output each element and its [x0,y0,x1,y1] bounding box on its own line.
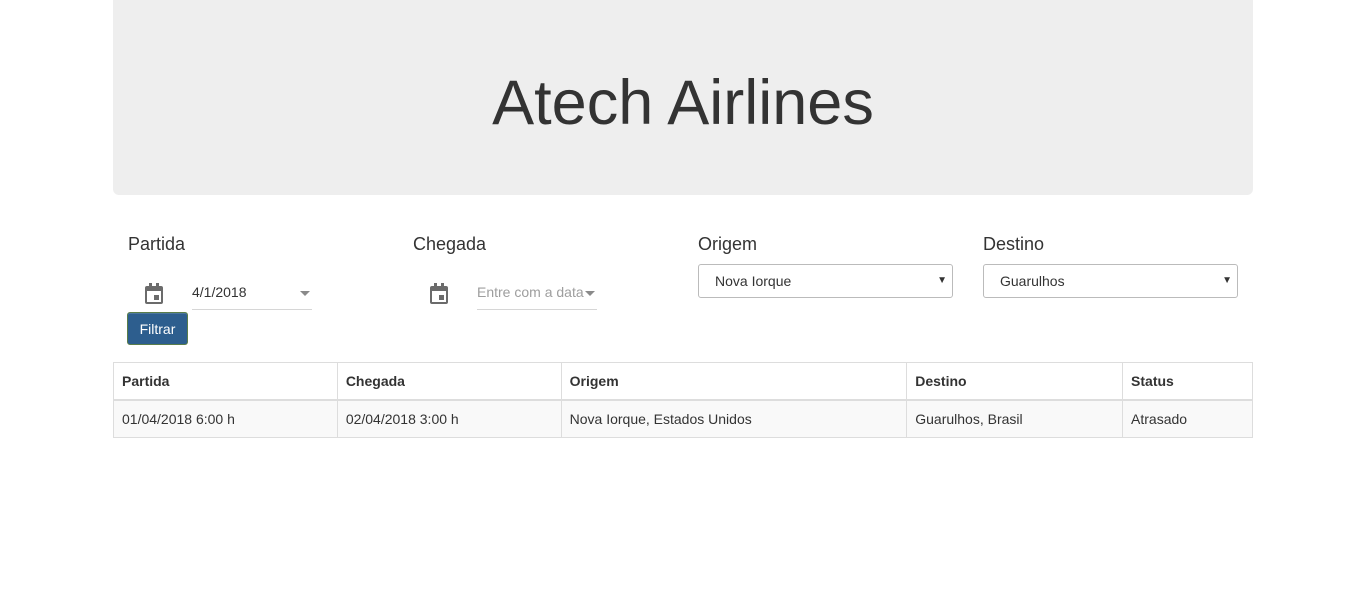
column-header-destino: Destino [906,362,1124,401]
cell-partida: 01/04/2018 6:00 h [113,399,338,438]
filter-partida: Partida 4/1/2018 [128,234,383,315]
filter-destino: Destino Guarulhos ▼ [983,234,1238,298]
chevron-down-icon[interactable] [300,291,310,296]
filter-origem: Origem Nova Iorque ▼ [698,234,953,298]
table-row: 01/04/2018 6:00 h 02/04/2018 3:00 h Nova… [113,399,1253,438]
filter-origem-label: Origem [698,234,758,254]
cell-destino: Guarulhos, Brasil [906,399,1124,438]
chevron-down-icon: ▼ [1222,275,1232,286]
filter-partida-label: Partida [128,234,186,254]
origem-selected-value: Nova Iorque [715,273,792,289]
chegada-date-placeholder: Entre com a data [477,284,584,300]
calendar-icon[interactable] [144,283,164,305]
partida-date-input[interactable]: 4/1/2018 [192,279,312,310]
filter-chegada-label: Chegada [413,234,487,254]
column-header-chegada: Chegada [336,362,562,401]
flights-table: Partida Chegada Origem Destino Status 01… [113,362,1253,438]
origem-select[interactable]: Nova Iorque ▼ [698,264,953,298]
page-title: Atech Airlines [492,68,874,138]
column-header-partida: Partida [113,362,338,401]
chevron-down-icon[interactable] [585,291,595,296]
cell-status: Atrasado [1122,399,1253,438]
partida-date-value: 4/1/2018 [192,284,247,300]
chevron-down-icon: ▼ [937,275,947,286]
filter-destino-label: Destino [983,234,1045,254]
chegada-date-input[interactable]: Entre com a data [477,279,597,310]
table-header-row: Partida Chegada Origem Destino Status [113,362,1253,401]
cell-origem: Nova Iorque, Estados Unidos [560,399,908,438]
column-header-status: Status [1122,362,1253,401]
column-header-origem: Origem [560,362,908,401]
cell-chegada: 02/04/2018 3:00 h [336,399,562,438]
chegada-date-picker: Entre com a data [413,273,668,315]
filter-chegada: Chegada Entre com a data [413,234,668,315]
page-container: Atech Airlines Partida 4/1/2018 Chegada … [113,0,1253,438]
filter-button[interactable]: Filtrar [127,312,188,345]
destino-selected-value: Guarulhos [1000,273,1065,289]
header-banner: Atech Airlines [113,0,1253,195]
partida-date-picker: 4/1/2018 [128,273,383,315]
destino-select[interactable]: Guarulhos ▼ [983,264,1238,298]
calendar-icon[interactable] [429,283,449,305]
filter-panel: Partida 4/1/2018 Chegada Entre com a dat… [113,195,1253,362]
